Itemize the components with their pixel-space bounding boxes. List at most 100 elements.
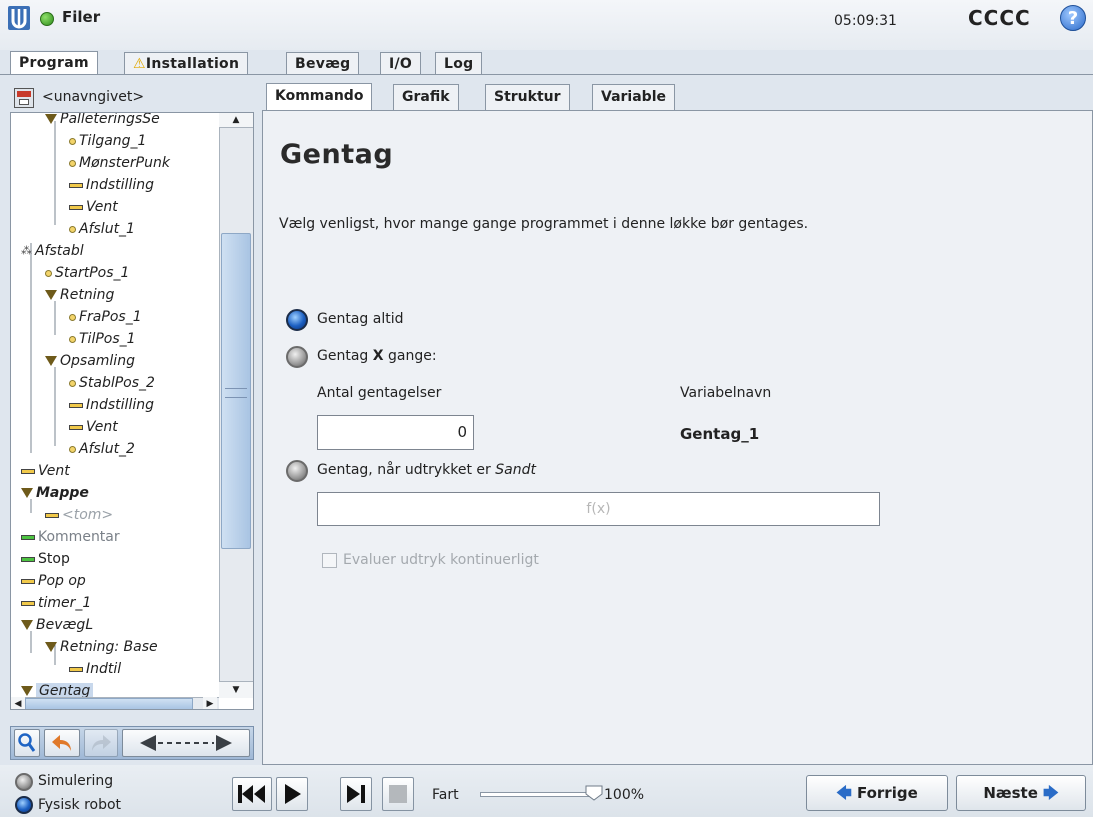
tree-node[interactable]: Vent bbox=[21, 461, 70, 483]
waypoint-icon bbox=[69, 159, 76, 167]
next-button[interactable]: Næste 🡆 bbox=[956, 775, 1086, 811]
radio-repeat-while-true[interactable] bbox=[286, 460, 308, 482]
scroll-grip-icon bbox=[225, 388, 247, 398]
tree-node[interactable]: ⁂ Afstabl bbox=[21, 241, 84, 263]
program-tree: PalleteringsSe Tilgang_1 MønsterPunk Indsti… bbox=[10, 112, 254, 710]
folder-triangle-icon bbox=[45, 356, 57, 366]
tree-node[interactable]: Opsamling bbox=[45, 351, 135, 373]
tree-node-label: BevægL bbox=[36, 617, 94, 633]
radio-repeat-always[interactable] bbox=[286, 309, 308, 331]
tab-command[interactable]: Kommando bbox=[266, 83, 373, 111]
radio-physical-robot[interactable] bbox=[15, 796, 33, 814]
tree-node[interactable]: Vent bbox=[69, 417, 118, 439]
variable-name-label: Variabelnavn bbox=[680, 385, 772, 401]
tab-graphics[interactable]: Grafik bbox=[393, 84, 459, 110]
tree-node[interactable]: FraPos_1 bbox=[69, 307, 142, 329]
tree-node[interactable]: TilPos_1 bbox=[69, 329, 136, 351]
option-always-label[interactable]: Gentag altid bbox=[317, 311, 403, 327]
command-icon bbox=[69, 182, 83, 188]
repeat-count-input[interactable]: 0 bbox=[317, 415, 474, 450]
tree-node[interactable]: PalleteringsSe bbox=[45, 113, 160, 131]
tab-variables[interactable]: Variable bbox=[592, 84, 675, 110]
warning-icon: ⚠ bbox=[133, 56, 146, 72]
tree-node[interactable]: Afslut_1 bbox=[69, 219, 135, 241]
tree-node[interactable]: Tilgang_1 bbox=[69, 131, 146, 153]
tree-node-label: Kommentar bbox=[38, 529, 120, 545]
tree-node[interactable]: Indstilling bbox=[69, 175, 154, 197]
save-icon[interactable] bbox=[14, 88, 34, 108]
tree-node-label: StartPos_1 bbox=[55, 265, 130, 281]
tab-program[interactable]: Program bbox=[10, 51, 98, 75]
tree-node[interactable]: Indtil bbox=[69, 659, 121, 681]
tab-label: Program bbox=[19, 55, 89, 71]
tree-node[interactable]: <tom> bbox=[45, 505, 113, 527]
tree-node[interactable]: StablPos_2 bbox=[69, 373, 155, 395]
undo-button[interactable] bbox=[44, 729, 80, 757]
tree-node[interactable]: Vent bbox=[69, 197, 118, 219]
option-x-pre: Gentag bbox=[317, 348, 373, 364]
tree-node-label: timer_1 bbox=[38, 595, 92, 611]
stop-button[interactable] bbox=[382, 777, 414, 811]
tree-hscroll-thumb[interactable] bbox=[25, 698, 193, 709]
tab-label: Kommando bbox=[275, 88, 364, 104]
scroll-right-arrow-icon[interactable]: ▶ bbox=[203, 697, 217, 709]
tree-node[interactable]: Retning bbox=[45, 285, 114, 307]
step-button[interactable] bbox=[340, 777, 372, 811]
tree-node-label: Opsamling bbox=[60, 353, 135, 369]
variable-name-value: Gentag_1 bbox=[680, 425, 760, 443]
slider-handle-icon[interactable] bbox=[585, 785, 603, 801]
tree-node-label: FraPos_1 bbox=[79, 309, 142, 325]
expression-input[interactable]: f(x) bbox=[317, 492, 880, 526]
play-button[interactable] bbox=[276, 777, 308, 811]
tree-node[interactable]: Retning: Base bbox=[45, 637, 158, 659]
help-button[interactable]: ? bbox=[1060, 5, 1086, 31]
tree-node[interactable]: Stop bbox=[21, 549, 70, 571]
tree-node[interactable]: timer_1 bbox=[21, 593, 91, 615]
previous-button[interactable]: 🡄 Forrige bbox=[806, 775, 948, 811]
tree-node[interactable]: Indstilling bbox=[69, 395, 154, 417]
speed-slider[interactable] bbox=[480, 792, 595, 797]
tab-label: Grafik bbox=[402, 89, 450, 105]
tab-log[interactable]: Log bbox=[435, 52, 483, 74]
simulation-label[interactable]: Simulering bbox=[38, 773, 113, 789]
tree-node-label: Vent bbox=[86, 419, 118, 435]
tree-node[interactable]: Mappe bbox=[21, 483, 89, 505]
command-icon bbox=[21, 556, 35, 562]
tab-installation[interactable]: ⚠Installation bbox=[124, 52, 249, 74]
tab-move[interactable]: Bevæg bbox=[286, 52, 360, 74]
tree-node-label: PalleteringsSe bbox=[60, 113, 160, 127]
scroll-up-arrow-icon[interactable]: ▲ bbox=[219, 113, 253, 128]
tree-node-label: Pop op bbox=[38, 573, 86, 589]
rewind-button[interactable] bbox=[232, 777, 272, 811]
folder-triangle-icon bbox=[45, 642, 57, 652]
physical-robot-label[interactable]: Fysisk robot bbox=[38, 797, 121, 813]
radio-repeat-x-times[interactable] bbox=[286, 346, 308, 368]
tab-structure[interactable]: Struktur bbox=[485, 84, 570, 110]
waypoint-icon bbox=[69, 313, 76, 321]
tree-node[interactable]: Gentag bbox=[21, 681, 94, 697]
move-node-button[interactable] bbox=[122, 729, 250, 757]
tree-node[interactable]: MønsterPunk bbox=[69, 153, 170, 175]
scroll-left-arrow-icon[interactable]: ◀ bbox=[11, 697, 25, 709]
tree-node[interactable]: BevægL bbox=[21, 615, 93, 637]
tree-node-label: Indtil bbox=[86, 661, 122, 677]
option-x-times-label[interactable]: Gentag X gange: bbox=[317, 348, 437, 364]
tree-node[interactable]: StartPos_1 bbox=[45, 263, 129, 285]
option-expression-label[interactable]: Gentag, når udtrykket er Sandt bbox=[317, 462, 536, 478]
status-icon bbox=[40, 12, 54, 26]
count-label: Antal gentagelser bbox=[317, 385, 442, 401]
option-x-post: gange: bbox=[383, 348, 437, 364]
tab-io[interactable]: I/O bbox=[380, 52, 422, 74]
tree-node[interactable]: Afslut_2 bbox=[69, 439, 135, 461]
tree-node[interactable]: Kommentar bbox=[21, 527, 120, 549]
continuous-eval-checkbox[interactable] bbox=[322, 553, 337, 568]
tree-node[interactable]: Pop op bbox=[21, 571, 86, 593]
redo-button[interactable] bbox=[84, 729, 118, 757]
command-icon bbox=[21, 600, 35, 606]
file-menu[interactable]: Filer bbox=[62, 8, 100, 26]
radio-simulation[interactable] bbox=[15, 773, 33, 791]
description-text: Vælg venligst, hvor mange gange programm… bbox=[279, 216, 809, 232]
search-button[interactable] bbox=[14, 729, 40, 757]
scroll-down-arrow-icon[interactable]: ▼ bbox=[219, 681, 253, 698]
tree-node-label: Mappe bbox=[36, 485, 89, 501]
